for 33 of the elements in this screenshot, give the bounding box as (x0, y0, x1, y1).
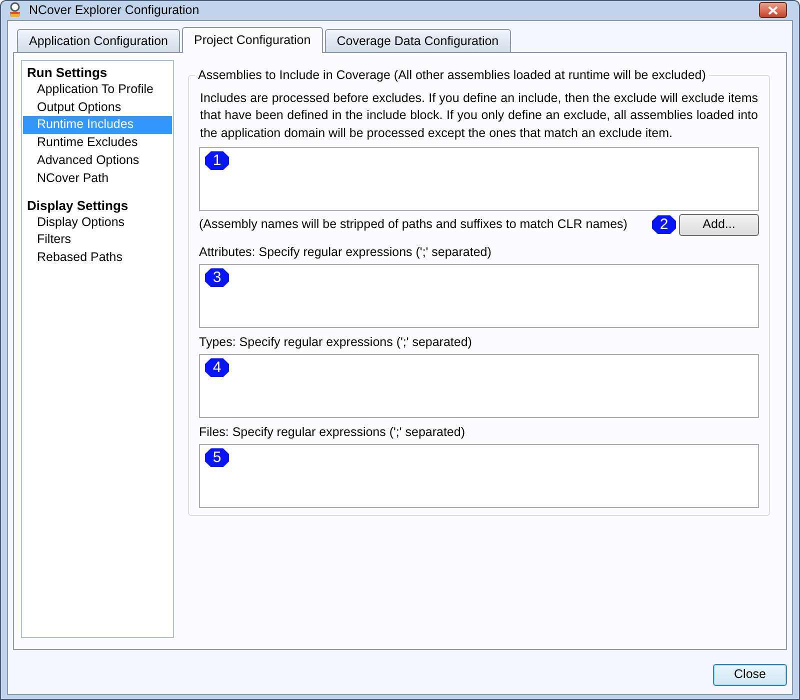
input-field[interactable]: 5 (199, 444, 759, 508)
sidebar-item[interactable]: Application To Profile (23, 80, 172, 99)
input-field[interactable]: 3 (199, 264, 759, 328)
number-badge: 4 (205, 358, 229, 378)
sidebar-item[interactable]: NCover Path (23, 170, 172, 188)
number-badge: 1 (205, 151, 229, 170)
assembly-list[interactable]: 1 (199, 147, 759, 212)
number-badge: 3 (205, 268, 229, 288)
description-text: Includes are processed before excludes. If you define an include, then the exclude will exclude items that have been defined in the include block. If you only define an exclude, all assemblies loaded into the application domain will be processed except the ones that match an exclude item. (199, 90, 759, 142)
close-icon[interactable] (759, 2, 787, 18)
group-title: Assemblies to Include in Coverage (All other assemblies loaded at runtime will be excluded) (195, 66, 709, 83)
sidebar-item[interactable]: Advanced Options (23, 152, 172, 170)
sidebar-item[interactable]: Display Options (23, 214, 172, 232)
field-label: Types: Specify regular expressions (';' separated) (199, 334, 473, 350)
number-badge: 2 (652, 215, 676, 234)
tab[interactable]: Project Configuration (182, 26, 323, 53)
sidebar-item[interactable]: Filters (23, 231, 172, 250)
sidebar-item[interactable]: Rebased Paths (23, 249, 172, 267)
section-heading: Display Settings (26, 196, 130, 214)
input-field[interactable]: 4 (199, 354, 759, 418)
tab[interactable]: Application Configuration (17, 28, 180, 52)
field-label: Attributes: Specify regular expressions (';' separated) (199, 244, 492, 260)
app-icon (7, 2, 23, 18)
close-button[interactable]: Close (713, 664, 787, 686)
sidebar-item[interactable]: Runtime Excludes (23, 134, 172, 152)
number-badge: 5 (205, 448, 229, 468)
section-heading: Run Settings (26, 64, 108, 81)
add-button[interactable]: Add... (679, 214, 759, 236)
tab[interactable]: Coverage Data Configuration (324, 28, 511, 52)
note-text: (Assembly names will be stripped of paths and suffixes to match CLR names) (199, 216, 628, 234)
field-label: Files: Specify regular expressions (';' separated) (199, 424, 466, 440)
window-title: NCover Explorer Configuration (29, 2, 200, 19)
sidebar-item[interactable]: Output Options (23, 98, 172, 116)
